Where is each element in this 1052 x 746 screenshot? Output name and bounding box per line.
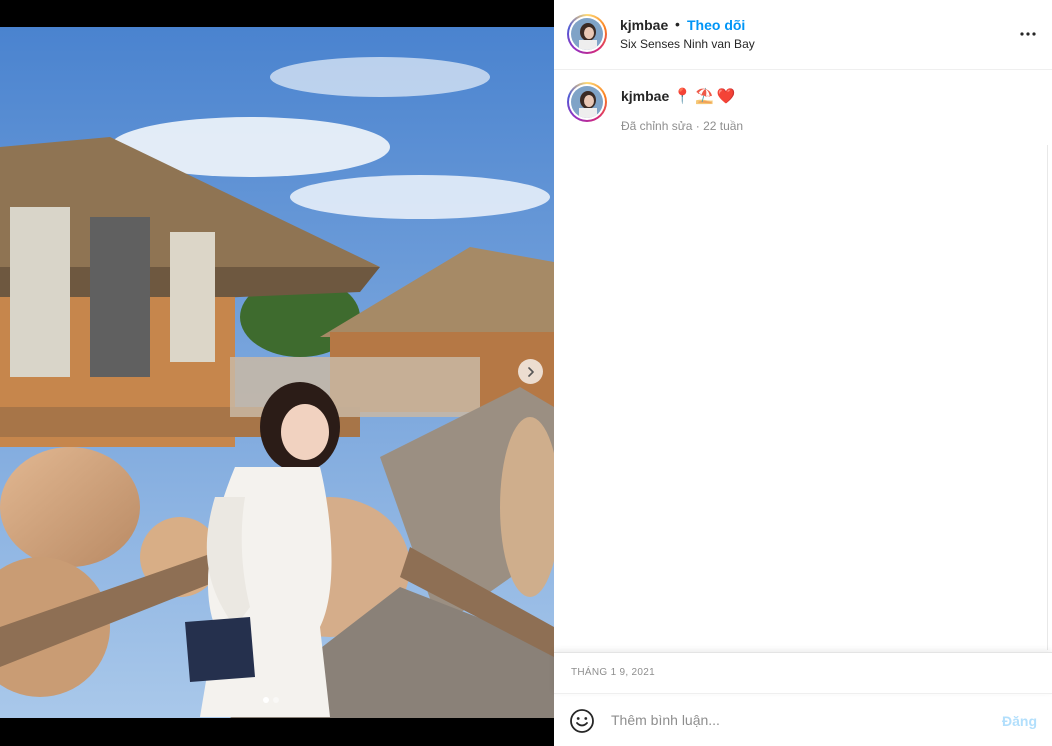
location-link[interactable]: Six Senses Ninh van Bay bbox=[620, 37, 755, 51]
carousel-indicator bbox=[263, 697, 279, 703]
caption-section: kjmbae 📍 ⛱️ ❤️ Đã chỉnh sửa · 22 tuần bbox=[554, 70, 1052, 650]
comment-input[interactable] bbox=[611, 709, 991, 731]
header-username[interactable]: kjmbae bbox=[620, 17, 668, 33]
more-options-button[interactable] bbox=[1016, 22, 1040, 46]
follow-button[interactable]: Theo dõi bbox=[687, 17, 745, 33]
instagram-post-modal: kjmbae • Theo dõi Six Senses Ninh van Ba… bbox=[0, 0, 1052, 746]
post-comment-button[interactable]: Đăng bbox=[1002, 713, 1037, 729]
avatar[interactable] bbox=[567, 14, 607, 54]
caption-line: kjmbae 📍 ⛱️ ❤️ bbox=[621, 87, 735, 105]
avatar-image bbox=[571, 86, 603, 118]
chevron-right-icon bbox=[527, 366, 534, 377]
emoji-icon bbox=[570, 709, 594, 733]
carousel-next-button[interactable] bbox=[518, 359, 543, 384]
scroll-edge bbox=[1048, 145, 1052, 650]
caption-meta: Đã chỉnh sửa · 22 tuần bbox=[621, 119, 744, 133]
post-header: kjmbae • Theo dõi Six Senses Ninh van Ba… bbox=[554, 0, 1052, 70]
caption-avatar[interactable] bbox=[567, 82, 607, 122]
post-date-row: THÁNG 1 9, 2021 bbox=[554, 652, 1052, 694]
carousel-dot bbox=[273, 697, 279, 703]
pin-emoji: 📍 bbox=[673, 88, 692, 105]
carousel-dot-active bbox=[263, 697, 269, 703]
header-separator: • bbox=[675, 16, 680, 32]
umbrella-emoji: ⛱️ bbox=[694, 88, 714, 105]
avatar-image bbox=[571, 18, 603, 50]
emoji-button[interactable] bbox=[569, 708, 595, 734]
heart-emoji: ❤️ bbox=[716, 88, 736, 105]
more-options-icon bbox=[1020, 32, 1036, 36]
caption-username[interactable]: kjmbae bbox=[621, 88, 669, 104]
post-date: THÁNG 1 9, 2021 bbox=[571, 667, 655, 678]
post-photo bbox=[0, 27, 554, 718]
post-media bbox=[0, 0, 554, 746]
comment-bar: Đăng bbox=[554, 693, 1052, 746]
caption-text: 📍 ⛱️ ❤️ bbox=[673, 87, 735, 105]
post-details-panel: kjmbae • Theo dõi Six Senses Ninh van Ba… bbox=[554, 0, 1052, 746]
